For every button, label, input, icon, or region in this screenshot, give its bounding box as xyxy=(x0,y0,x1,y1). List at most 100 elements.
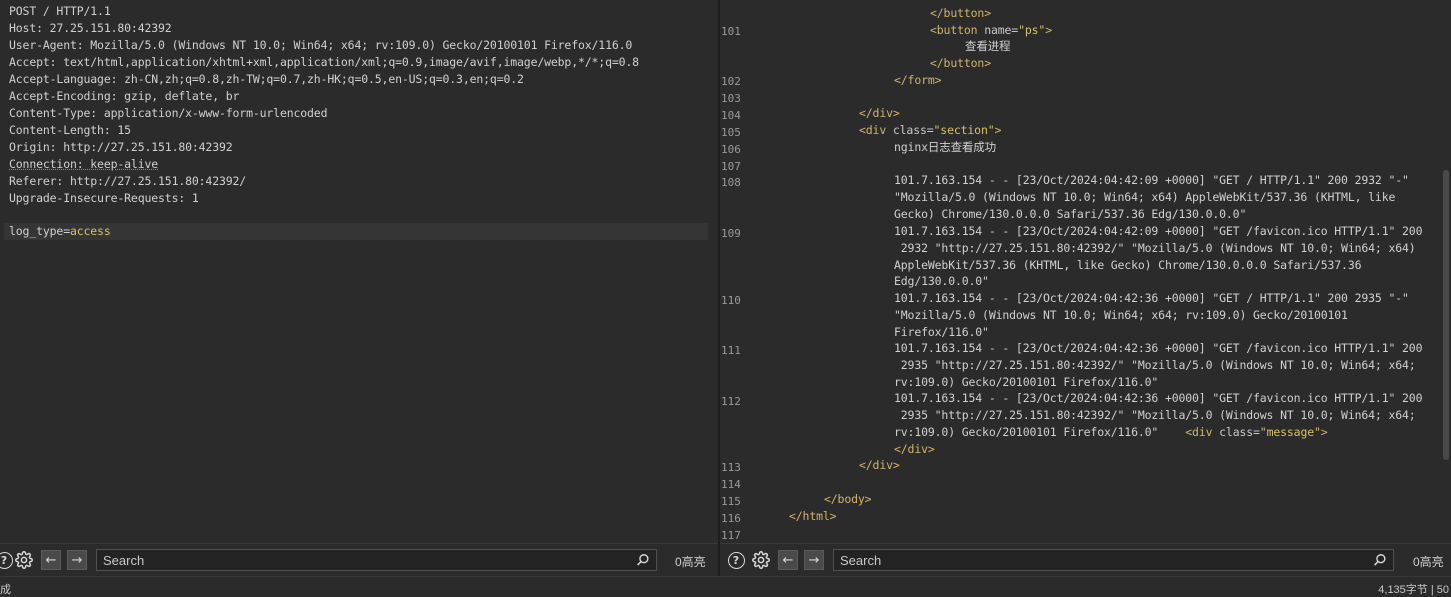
help-icon[interactable]: ? xyxy=(0,550,14,570)
log-line: 101.7.163.154 - - [23/Oct/2024:04:42:36 … xyxy=(894,341,1423,355)
search-field[interactable] xyxy=(96,549,657,571)
line-number: 107 xyxy=(721,160,741,173)
log-line: Firefox/116.0" xyxy=(894,325,989,339)
code-close-div: </div> xyxy=(859,458,900,472)
body-param-equals: = xyxy=(63,224,70,238)
code-tag: <button xyxy=(930,23,978,37)
log-line: Edg/130.0.0.0" xyxy=(894,274,989,288)
request-editor[interactable]: POST / HTTP/1.1 Host: 27.25.151.80:42392… xyxy=(0,0,718,543)
log-line: 2935 "http://27.25.151.80:42392/" "Mozil… xyxy=(894,408,1416,422)
previous-match-button[interactable]: ← xyxy=(778,550,798,570)
line-number: 108 xyxy=(721,176,741,189)
gear-icon[interactable] xyxy=(751,550,771,570)
response-size: 4,135字节 | 50 xyxy=(1378,584,1449,596)
request-header-accept-encoding[interactable]: Accept-Encoding: gzip, deflate, br xyxy=(9,88,239,105)
line-number: 115 xyxy=(721,495,741,508)
code-close-html: </html> xyxy=(789,509,837,523)
request-header-accept-language[interactable]: Accept-Language: zh-CN,zh;q=0.8,zh-TW;q=… xyxy=(9,71,524,88)
log-line: "Mozilla/5.0 (Windows NT 10.0; Win64; x6… xyxy=(894,308,1348,322)
log-line: rv:109.0) Gecko/20100101 Firefox/116.0" … xyxy=(894,424,1328,441)
next-match-button[interactable]: → xyxy=(804,550,824,570)
line-number: 110 xyxy=(721,294,741,307)
previous-match-button[interactable]: ← xyxy=(41,550,61,570)
log-line: 101.7.163.154 - - [23/Oct/2024:04:42:36 … xyxy=(894,291,1409,305)
line-number: 113 xyxy=(721,461,741,474)
log-line: 2935 "http://27.25.151.80:42392/" "Mozil… xyxy=(894,358,1416,372)
log-line: AppleWebKit/537.36 (KHTML, like Gecko) C… xyxy=(894,258,1362,272)
line-number: 105 xyxy=(721,126,741,139)
next-match-button[interactable]: → xyxy=(67,550,87,570)
log-line: Gecko) Chrome/130.0.0.0 Safari/537.36 Ed… xyxy=(894,207,1247,221)
vertical-scrollbar[interactable] xyxy=(1443,170,1449,460)
line-number: 116 xyxy=(721,512,741,525)
code-close-div: </div> xyxy=(859,106,900,120)
arrow-right-icon: → xyxy=(808,552,820,568)
line-number: 101 xyxy=(721,25,741,38)
code-close-body: </body> xyxy=(824,492,872,506)
log-line: 101.7.163.154 - - [23/Oct/2024:04:42:36 … xyxy=(894,391,1423,405)
request-header-referer[interactable]: Referer: http://27.25.151.80:42392/ xyxy=(9,173,246,190)
search-icon[interactable] xyxy=(636,553,650,567)
arrow-left-icon: ← xyxy=(45,552,57,568)
line-number: 117 xyxy=(721,529,741,542)
search-icon[interactable] xyxy=(1373,553,1387,567)
request-header-content-length[interactable]: Content-Length: 15 xyxy=(9,122,131,139)
line-number: 112 xyxy=(721,395,741,408)
code-attr: class= xyxy=(1212,425,1260,439)
status-bar: 成 4,135字节 | 50 xyxy=(0,576,1451,596)
response-search-toolbar: ? ← → 0高亮 xyxy=(720,543,1451,576)
log-line: 2932 "http://27.25.151.80:42392/" "Mozil… xyxy=(894,241,1416,255)
code-nginx-message: nginx日志查看成功 xyxy=(894,140,996,154)
code-attr: name= xyxy=(977,23,1019,37)
request-header-content-type[interactable]: Content-Type: application/x-www-form-url… xyxy=(9,105,328,122)
line-number: 114 xyxy=(721,478,741,491)
log-text: rv:109.0) Gecko/20100101 Firefox/116.0" xyxy=(894,425,1186,439)
request-body[interactable]: log_type=access xyxy=(9,223,111,240)
request-header-user-agent[interactable]: User-Agent: Mozilla/5.0 (Windows NT 10.0… xyxy=(9,37,632,54)
status-text: 成 xyxy=(0,584,11,596)
gear-icon[interactable] xyxy=(14,550,34,570)
code-attr: class= xyxy=(886,123,934,137)
search-input[interactable] xyxy=(840,550,1360,570)
line-number: 102 xyxy=(721,75,741,88)
highlight-count: 0高亮 xyxy=(675,555,706,569)
code-div-section: <div class="section"> xyxy=(859,122,1001,139)
code-tag: <div xyxy=(859,123,887,137)
code-attr-value: "message" xyxy=(1259,425,1321,439)
request-header-connection[interactable]: Connection: keep-alive xyxy=(9,156,158,173)
arrow-left-icon: ← xyxy=(782,552,794,568)
line-number: 103 xyxy=(721,92,741,105)
response-viewer[interactable]: 101 102 103 104 105 106 107 108 109 110 … xyxy=(720,0,1451,543)
request-header-origin[interactable]: Origin: http://27.25.151.80:42392 xyxy=(9,139,233,156)
code-tag: > xyxy=(1320,425,1328,439)
search-field[interactable] xyxy=(833,549,1394,571)
code-tag: > xyxy=(1045,23,1052,37)
code-close-button: </button> xyxy=(930,56,991,70)
code-close-button: </button> xyxy=(930,6,991,20)
search-input[interactable] xyxy=(103,550,623,570)
code-tag: <div xyxy=(1185,425,1213,439)
line-number: 109 xyxy=(721,227,741,240)
body-param-key: log_type xyxy=(9,224,64,238)
help-icon[interactable]: ? xyxy=(726,550,746,570)
request-header-upgrade-insecure[interactable]: Upgrade-Insecure-Requests: 1 xyxy=(9,190,199,207)
code-attr-value: "ps" xyxy=(1018,23,1046,37)
line-number: 111 xyxy=(721,344,741,357)
log-line: 101.7.163.154 - - [23/Oct/2024:04:42:09 … xyxy=(894,224,1423,238)
request-line[interactable]: POST / HTTP/1.1 xyxy=(9,3,111,20)
line-number: 104 xyxy=(721,109,741,122)
line-number-gutter: 101 102 103 104 105 106 107 108 109 110 … xyxy=(720,0,748,543)
arrow-right-icon: → xyxy=(71,552,83,568)
request-search-toolbar: ? ← → 0高亮 xyxy=(0,543,718,576)
log-line: rv:109.0) Gecko/20100101 Firefox/116.0" xyxy=(894,375,1159,389)
request-header-host[interactable]: Host: 27.25.151.80:42392 xyxy=(9,20,172,37)
log-line: "Mozilla/5.0 (Windows NT 10.0; Win64; x6… xyxy=(894,190,1396,204)
body-param-value: access xyxy=(69,224,111,238)
code-attr-value: "section" xyxy=(933,123,995,137)
code-close-div: </div> xyxy=(894,442,935,456)
request-header-accept[interactable]: Accept: text/html,application/xhtml+xml,… xyxy=(9,54,639,71)
line-number: 106 xyxy=(721,143,741,156)
code-text-view-process: 查看进程 xyxy=(965,39,1011,53)
code-tag: > xyxy=(994,123,1002,137)
code-button-open: <button name="ps"> xyxy=(930,22,1052,39)
